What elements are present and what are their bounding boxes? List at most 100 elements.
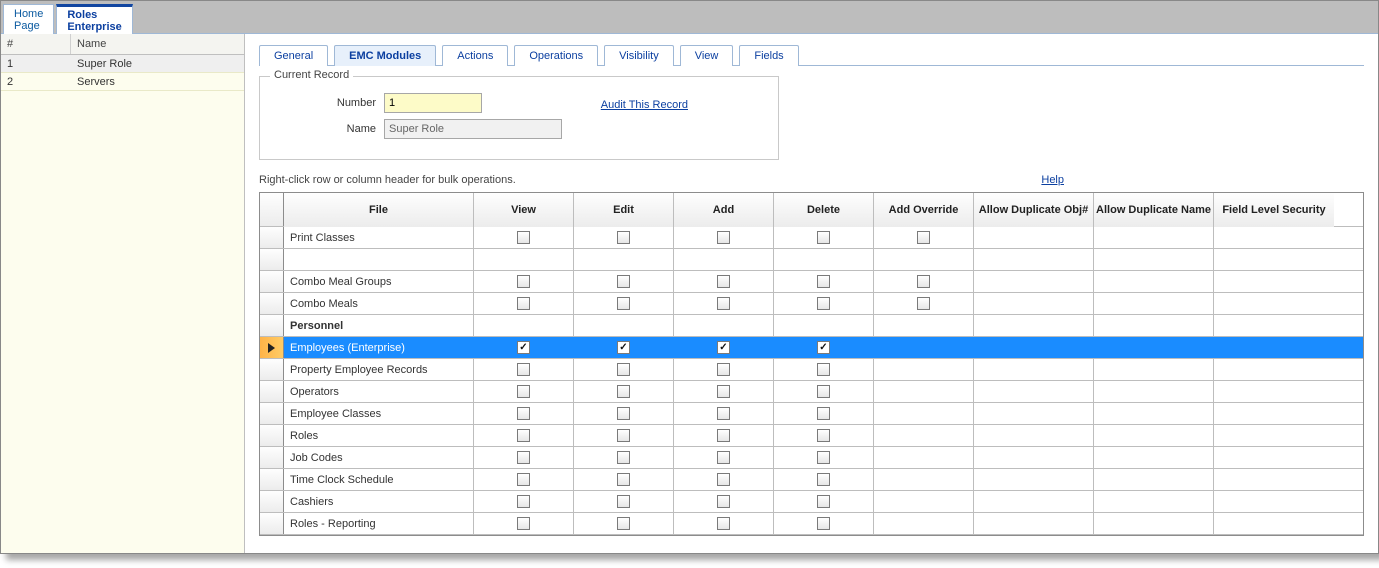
grid-row[interactable]: Print Classes bbox=[260, 227, 1363, 249]
checkbox[interactable] bbox=[517, 275, 530, 288]
row-header[interactable] bbox=[260, 227, 284, 248]
tab-home-page[interactable]: Home Page bbox=[3, 4, 54, 34]
tab-fields[interactable]: Fields bbox=[739, 45, 798, 66]
checkbox[interactable] bbox=[617, 341, 630, 354]
checkbox[interactable] bbox=[917, 297, 930, 310]
checkbox[interactable] bbox=[617, 385, 630, 398]
checkbox[interactable] bbox=[617, 495, 630, 508]
row-header[interactable] bbox=[260, 249, 284, 270]
grid-row[interactable]: Employee Classes bbox=[260, 403, 1363, 425]
tab-general[interactable]: General bbox=[259, 45, 328, 66]
grid-row[interactable]: Time Clock Schedule bbox=[260, 469, 1363, 491]
checkbox[interactable] bbox=[717, 451, 730, 464]
grid-row[interactable]: Roles - Reporting bbox=[260, 513, 1363, 535]
checkbox[interactable] bbox=[517, 231, 530, 244]
row-header[interactable] bbox=[260, 447, 284, 468]
col-add[interactable]: Add bbox=[674, 193, 774, 227]
checkbox[interactable] bbox=[817, 451, 830, 464]
row-header[interactable] bbox=[260, 359, 284, 380]
tab-emc-modules[interactable]: EMC Modules bbox=[334, 45, 436, 66]
checkbox[interactable] bbox=[817, 407, 830, 420]
checkbox[interactable] bbox=[617, 231, 630, 244]
row-header[interactable] bbox=[260, 513, 284, 534]
row-header[interactable] bbox=[260, 293, 284, 314]
roles-col-number[interactable]: # bbox=[1, 34, 71, 54]
checkbox[interactable] bbox=[717, 363, 730, 376]
tab-operations[interactable]: Operations bbox=[514, 45, 598, 66]
col-view[interactable]: View bbox=[474, 193, 574, 227]
checkbox[interactable] bbox=[617, 407, 630, 420]
row-header[interactable] bbox=[260, 491, 284, 512]
checkbox[interactable] bbox=[817, 473, 830, 486]
checkbox[interactable] bbox=[817, 363, 830, 376]
checkbox[interactable] bbox=[517, 297, 530, 310]
col-delete[interactable]: Delete bbox=[774, 193, 874, 227]
checkbox[interactable] bbox=[817, 341, 830, 354]
tab-view[interactable]: View bbox=[680, 45, 734, 66]
number-input[interactable] bbox=[384, 93, 482, 113]
name-input[interactable] bbox=[384, 119, 562, 139]
checkbox[interactable] bbox=[917, 231, 930, 244]
grid-row[interactable]: Property Employee Records bbox=[260, 359, 1363, 381]
checkbox[interactable] bbox=[617, 451, 630, 464]
checkbox[interactable] bbox=[517, 341, 530, 354]
checkbox[interactable] bbox=[717, 407, 730, 420]
checkbox[interactable] bbox=[717, 429, 730, 442]
tab-roles-enterprise[interactable]: Roles Enterprise bbox=[56, 4, 132, 34]
checkbox[interactable] bbox=[617, 297, 630, 310]
checkbox[interactable] bbox=[817, 297, 830, 310]
checkbox[interactable] bbox=[717, 341, 730, 354]
tab-visibility[interactable]: Visibility bbox=[604, 45, 674, 66]
checkbox[interactable] bbox=[617, 363, 630, 376]
checkbox[interactable] bbox=[717, 473, 730, 486]
row-header[interactable] bbox=[260, 271, 284, 292]
grid-row[interactable]: Cashiers bbox=[260, 491, 1363, 513]
checkbox[interactable] bbox=[617, 275, 630, 288]
checkbox[interactable] bbox=[517, 363, 530, 376]
checkbox[interactable] bbox=[917, 275, 930, 288]
row-header[interactable] bbox=[260, 381, 284, 402]
audit-this-record-link[interactable]: Audit This Record bbox=[601, 99, 688, 111]
checkbox[interactable] bbox=[717, 297, 730, 310]
row-header[interactable] bbox=[260, 425, 284, 446]
grid-row[interactable]: Roles bbox=[260, 425, 1363, 447]
col-allow-dup-obj[interactable]: Allow Duplicate Obj# bbox=[974, 193, 1094, 227]
checkbox[interactable] bbox=[717, 495, 730, 508]
row-header[interactable] bbox=[260, 469, 284, 490]
checkbox[interactable] bbox=[717, 275, 730, 288]
checkbox[interactable] bbox=[517, 495, 530, 508]
col-file[interactable]: File bbox=[284, 193, 474, 227]
checkbox[interactable] bbox=[517, 517, 530, 530]
col-field-level-security[interactable]: Field Level Security bbox=[1214, 193, 1334, 227]
row-header[interactable] bbox=[260, 337, 284, 358]
checkbox[interactable] bbox=[817, 429, 830, 442]
checkbox[interactable] bbox=[717, 517, 730, 530]
checkbox[interactable] bbox=[617, 429, 630, 442]
checkbox[interactable] bbox=[517, 429, 530, 442]
row-header[interactable] bbox=[260, 403, 284, 424]
checkbox[interactable] bbox=[817, 275, 830, 288]
tab-actions[interactable]: Actions bbox=[442, 45, 508, 66]
roles-list-row[interactable]: 1Super Role bbox=[1, 55, 244, 73]
checkbox[interactable] bbox=[817, 517, 830, 530]
col-add-override[interactable]: Add Override bbox=[874, 193, 974, 227]
checkbox[interactable] bbox=[717, 231, 730, 244]
grid-row[interactable]: Combo Meals bbox=[260, 293, 1363, 315]
roles-list-row[interactable]: 2Servers bbox=[1, 73, 244, 91]
grid-row[interactable]: Operators bbox=[260, 381, 1363, 403]
checkbox[interactable] bbox=[617, 473, 630, 486]
checkbox[interactable] bbox=[817, 495, 830, 508]
checkbox[interactable] bbox=[817, 385, 830, 398]
grid-row[interactable]: Combo Meal Groups bbox=[260, 271, 1363, 293]
grid-row[interactable] bbox=[260, 249, 1363, 271]
grid-row[interactable]: Employees (Enterprise) bbox=[260, 337, 1363, 359]
col-allow-dup-name[interactable]: Allow Duplicate Name bbox=[1094, 193, 1214, 227]
grid-row[interactable]: Job Codes bbox=[260, 447, 1363, 469]
grid-row[interactable]: Personnel bbox=[260, 315, 1363, 337]
help-link[interactable]: Help bbox=[1041, 174, 1064, 186]
checkbox[interactable] bbox=[617, 517, 630, 530]
roles-col-name[interactable]: Name bbox=[71, 34, 112, 54]
checkbox[interactable] bbox=[817, 231, 830, 244]
checkbox[interactable] bbox=[717, 385, 730, 398]
grid-corner[interactable] bbox=[260, 193, 284, 226]
